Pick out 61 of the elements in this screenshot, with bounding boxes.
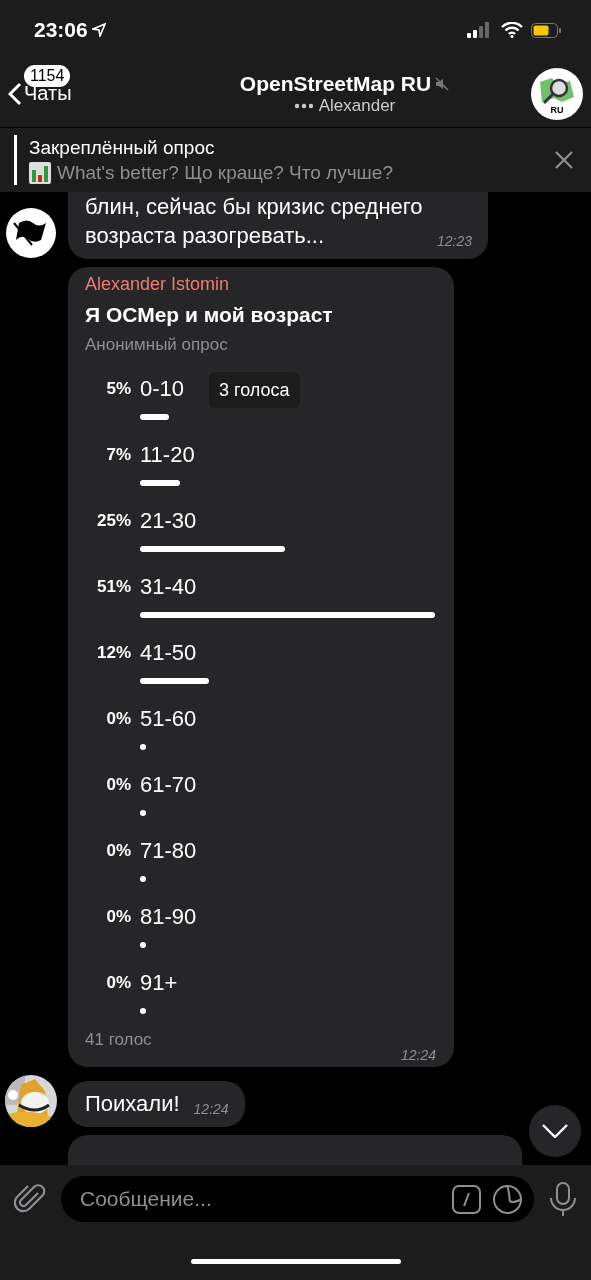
result-bar: [140, 480, 181, 486]
unread-badge: 1154: [24, 64, 71, 87]
result-bar: [140, 678, 210, 684]
poll-option: 81-90: [140, 903, 197, 931]
message-time: 12:23: [436, 232, 472, 251]
poll-option: 51-60: [140, 705, 197, 733]
poll-option: 91+: [140, 969, 178, 997]
battery-icon: [531, 22, 561, 38]
vote-percent: 0%: [105, 774, 131, 796]
vote-percent: 0%: [105, 906, 131, 928]
vote-tooltip: 3 голоса: [209, 372, 300, 408]
result-bar: [140, 876, 146, 882]
poll-option: 31-40: [140, 573, 197, 601]
poll-option: 71-80: [140, 837, 197, 865]
command-icon[interactable]: [452, 1185, 481, 1214]
vote-percent: 7%: [105, 444, 131, 466]
group-avatar[interactable]: RU: [531, 67, 583, 120]
avatar-label: RU: [550, 104, 564, 115]
vote-percent: 51%: [95, 576, 131, 598]
vote-percent: 5%: [105, 378, 131, 400]
typing-dots-icon: [293, 102, 314, 109]
result-bar: [140, 744, 146, 750]
wifi-icon: [501, 22, 523, 38]
attach-icon[interactable]: [14, 1183, 46, 1215]
pinned-text: What's better? Що краще? Что лучше?: [57, 161, 393, 184]
scroll-down-button[interactable]: [529, 1105, 581, 1157]
back-chevron-icon: [8, 81, 22, 106]
sender-name: Alexander Istomin: [85, 274, 231, 294]
poll-option: 61-70: [140, 771, 197, 799]
vote-total: 41 голос: [85, 1029, 152, 1051]
vote-percent: 0%: [105, 708, 131, 730]
vote-percent: 25%: [95, 510, 131, 532]
chat-title: OpenStreetMap RU: [239, 71, 432, 96]
sticker-icon[interactable]: [493, 1185, 522, 1214]
typing-status: Alexander: [318, 95, 396, 116]
poll-option: 11-20: [140, 441, 195, 469]
chevron-down-icon: [542, 1124, 568, 1138]
message-time: 12:24: [400, 1046, 436, 1065]
poll-option: 21-30: [140, 507, 197, 535]
message-field[interactable]: Сообщение...: [61, 1176, 534, 1222]
clock-time: 23:06: [34, 18, 88, 42]
poll-question: Я ОСМер и мой возраст: [85, 302, 334, 328]
message-text: Поихали!: [85, 1091, 180, 1116]
result-bar: [140, 414, 169, 420]
poll-option: 41-50: [140, 639, 197, 667]
pinned-heading: Закреплённый опрос: [29, 136, 216, 159]
message-time: 12:24: [193, 1100, 229, 1119]
close-icon[interactable]: [555, 151, 573, 169]
result-bar: [140, 810, 146, 816]
vote-percent: 12%: [95, 642, 131, 664]
flag-avatar-icon[interactable]: [5, 207, 57, 259]
message-text: блин, сейчас бы кризис среднего возраста разогревать...: [85, 194, 423, 248]
chart-icon: [29, 161, 51, 184]
result-bar: [140, 942, 146, 948]
vote-percent: 0%: [105, 972, 131, 994]
result-bar: [140, 1008, 146, 1014]
poll-option: 0-10: [140, 375, 185, 403]
poll-type: Анонимный опрос: [85, 334, 229, 356]
microphone-icon[interactable]: [549, 1182, 577, 1216]
vote-percent: 0%: [105, 840, 131, 862]
location-arrow-icon: [91, 23, 106, 37]
